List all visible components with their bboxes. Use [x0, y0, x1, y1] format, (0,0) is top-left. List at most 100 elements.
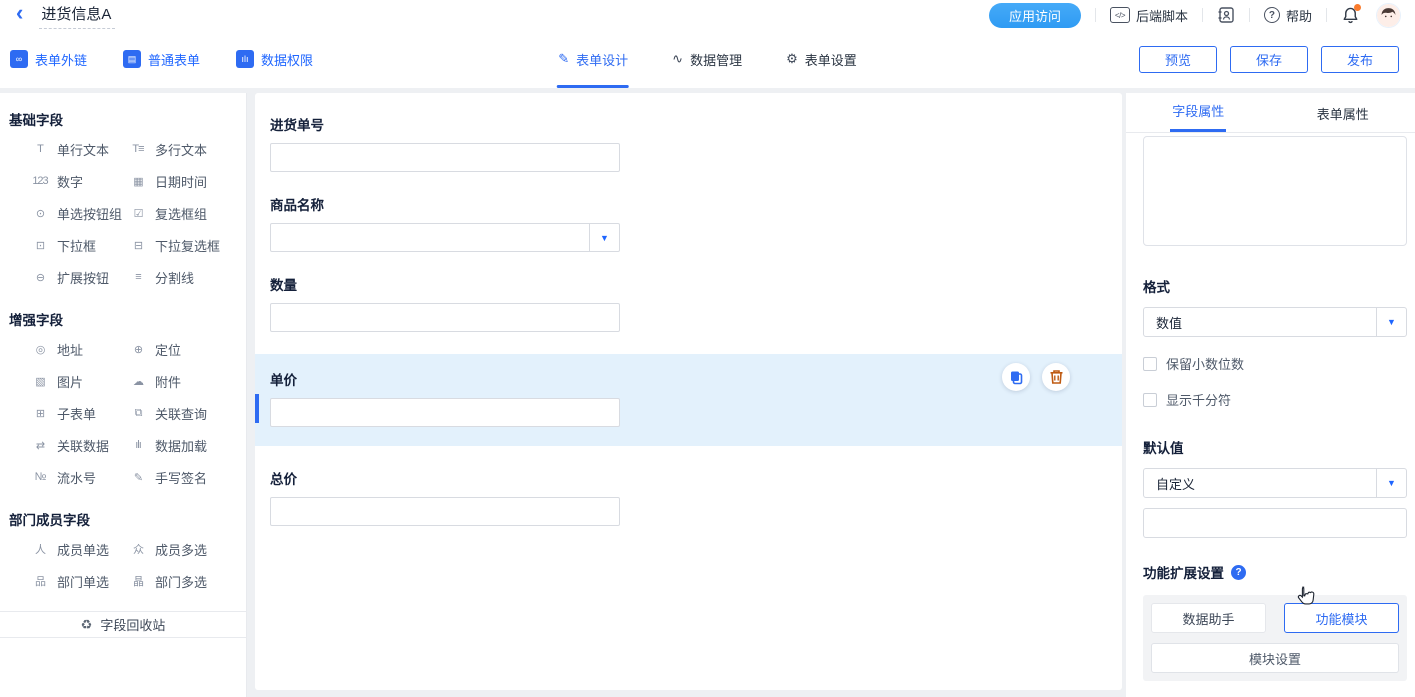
purchase-no-input[interactable] — [270, 143, 620, 172]
tab-data-management[interactable]: ∿ 数据管理 — [672, 30, 742, 88]
radio-group-icon: ⊙ — [31, 207, 49, 220]
function-module-button[interactable]: 功能模块 — [1284, 603, 1399, 633]
field-type-label: 数据加载 — [155, 436, 207, 455]
tab-form-settings[interactable]: ⚙ 表单设置 — [786, 30, 857, 88]
field-type-item[interactable]: T单行文本 — [31, 133, 129, 165]
field-type-sidebar: 基础字段 T单行文本 T≡多行文本 123数字 ▦日期时间 ⊙单选按钮组 ☑复选… — [0, 93, 247, 697]
checkbox[interactable] — [1143, 357, 1157, 371]
avatar[interactable] — [1376, 3, 1401, 28]
field-type-item[interactable]: ⧉关联查询 — [129, 397, 246, 429]
data-assistant-button[interactable]: 数据助手 — [1151, 603, 1266, 633]
field-type-item[interactable]: 晶部门多选 — [129, 565, 246, 597]
field-type-item[interactable]: ≡分割线 — [129, 261, 246, 293]
field-type-item[interactable]: ⊟下拉复选框 — [129, 229, 246, 261]
field-type-item[interactable]: 众成员多选 — [129, 533, 246, 565]
member-fields-grid: 人成员单选 众成员多选 品部门单选 晶部门多选 — [0, 533, 246, 597]
backend-script-button[interactable]: </> 后端脚本 — [1110, 6, 1188, 25]
enhanced-fields-grid: ◎地址 ⊕定位 ▧图片 ☁附件 ⊞ 子表单 ⧉关联查询 ⇄关联数据 ılı数据加载… — [0, 333, 246, 493]
signature-icon: ✎ — [129, 471, 147, 484]
field-type-item[interactable]: ☑复选框组 — [129, 197, 246, 229]
publish-button[interactable]: 发布 — [1321, 46, 1399, 73]
recycle-label: 字段回收站 — [100, 615, 165, 634]
field-type-item[interactable]: ⊖扩展按钮 — [31, 261, 129, 293]
field-type-item[interactable]: ✎手写签名 — [129, 461, 246, 493]
default-value-title: 默认值 — [1143, 437, 1407, 457]
total-price-input[interactable] — [270, 497, 620, 526]
canvas-field-purchase-no[interactable]: 进货单号 — [255, 114, 1122, 172]
canvas-field-quantity[interactable]: 数量 — [255, 274, 1122, 332]
tab-form-properties[interactable]: 表单属性 — [1271, 93, 1415, 132]
field-type-item[interactable]: ▦日期时间 — [129, 165, 246, 197]
canvas-field-product-name[interactable]: 商品名称 ▼ — [255, 194, 1122, 252]
help-circle-icon[interactable]: ? — [1231, 565, 1246, 580]
field-type-item[interactable]: ⊙单选按钮组 — [31, 197, 129, 229]
field-type-item[interactable]: ılı数据加载 — [129, 429, 246, 461]
contacts-button[interactable] — [1217, 6, 1235, 24]
field-type-item[interactable]: ⇄关联数据 — [31, 429, 129, 461]
extension-button-group: 数据助手 功能模块 模块设置 — [1143, 595, 1407, 681]
help-button[interactable]: ? 帮助 — [1264, 6, 1312, 25]
toolbar: ∞ 表单外链 ▤ 普通表单 ılı 数据权限 ✎ 表单设计 ∿ 数据管理 ⚙ — [0, 30, 1415, 88]
divider — [1249, 8, 1250, 22]
canvas-field-total-price[interactable]: 总价 — [255, 468, 1122, 526]
field-type-item[interactable]: ⊡ 下拉框 — [31, 229, 129, 261]
field-type-label: 图片 — [57, 372, 83, 391]
form-external-link-button[interactable]: ∞ 表单外链 — [10, 50, 87, 69]
product-name-select[interactable]: ▼ — [270, 223, 620, 252]
copy-field-button[interactable] — [1002, 363, 1030, 391]
canvas-field-unit-price-selected[interactable]: 单价 — [255, 354, 1122, 446]
field-type-label: 子表单 — [57, 404, 96, 423]
field-recycle-bin-button[interactable]: ♻ 字段回收站 — [0, 611, 246, 638]
default-value: 自定义 — [1156, 474, 1195, 493]
format-select[interactable]: 数值 ▼ — [1143, 307, 1407, 337]
tab-field-properties[interactable]: 字段属性 — [1126, 93, 1271, 132]
tab-form-design[interactable]: ✎ 表单设计 — [558, 30, 628, 88]
multi-dropdown-icon: ⊟ — [129, 239, 147, 252]
subform-icon: ⊞ — [31, 407, 49, 420]
divider — [1095, 8, 1096, 22]
back-icon[interactable]: ‹ — [16, 2, 23, 24]
field-type-item[interactable]: T≡多行文本 — [129, 133, 246, 165]
quantity-input[interactable] — [270, 303, 620, 332]
thousand-separator-label: 显示千分符 — [1166, 390, 1231, 409]
field-type-item[interactable]: №流水号 — [31, 461, 129, 493]
data-permission-button[interactable]: ılı 数据权限 — [236, 50, 313, 69]
preview-button[interactable]: 预览 — [1139, 46, 1217, 73]
form-properties-label: 表单属性 — [1315, 104, 1371, 132]
field-type-item[interactable]: ▧图片 — [31, 365, 129, 397]
default-value-select[interactable]: 自定义 ▼ — [1143, 468, 1407, 498]
save-button[interactable]: 保存 — [1230, 46, 1308, 73]
unit-price-input[interactable] — [270, 398, 620, 427]
form-title[interactable]: 进货信息A — [39, 1, 115, 29]
location-icon: ⊕ — [129, 343, 147, 356]
decimal-checkbox-row[interactable]: 保留小数位数 — [1143, 354, 1407, 373]
decimal-checkbox-label: 保留小数位数 — [1166, 354, 1244, 373]
notifications-button[interactable] — [1341, 6, 1360, 25]
basic-fields-grid: T单行文本 T≡多行文本 123数字 ▦日期时间 ⊙单选按钮组 ☑复选框组 ⊡ 下… — [0, 133, 246, 293]
form-settings-icon: ⚙ — [786, 51, 798, 67]
field-type-item[interactable]: 123数字 — [31, 165, 129, 197]
field-type-item[interactable]: ☁附件 — [129, 365, 246, 397]
extension-settings-title: 功能扩展设置 ? — [1143, 562, 1407, 582]
field-label: 单价 — [270, 369, 1107, 389]
field-description-textarea[interactable] — [1143, 136, 1407, 246]
delete-field-button[interactable] — [1042, 363, 1070, 391]
field-type-item[interactable]: ⊞ 子表单 — [31, 397, 129, 429]
field-type-label: 流水号 — [57, 468, 96, 487]
field-type-label: 部门多选 — [155, 572, 207, 591]
thousand-separator-checkbox-row[interactable]: 显示千分符 — [1143, 390, 1407, 409]
field-type-item[interactable]: 人成员单选 — [31, 533, 129, 565]
dropdown-icon: ⊡ — [31, 239, 49, 252]
normal-form-button[interactable]: ▤ 普通表单 — [123, 50, 200, 69]
selection-bar — [255, 394, 259, 423]
department-multi-icon: 晶 — [129, 573, 147, 589]
app-access-button[interactable]: 应用访问 — [989, 3, 1081, 28]
module-settings-button[interactable]: 模块设置 — [1151, 643, 1399, 673]
field-type-item[interactable]: ⊕定位 — [129, 333, 246, 365]
divider — [1202, 8, 1203, 22]
field-type-item[interactable]: 品部门单选 — [31, 565, 129, 597]
field-type-label: 下拉框 — [57, 236, 96, 255]
field-type-item[interactable]: ◎地址 — [31, 333, 129, 365]
default-value-input[interactable] — [1143, 508, 1407, 538]
checkbox[interactable] — [1143, 393, 1157, 407]
